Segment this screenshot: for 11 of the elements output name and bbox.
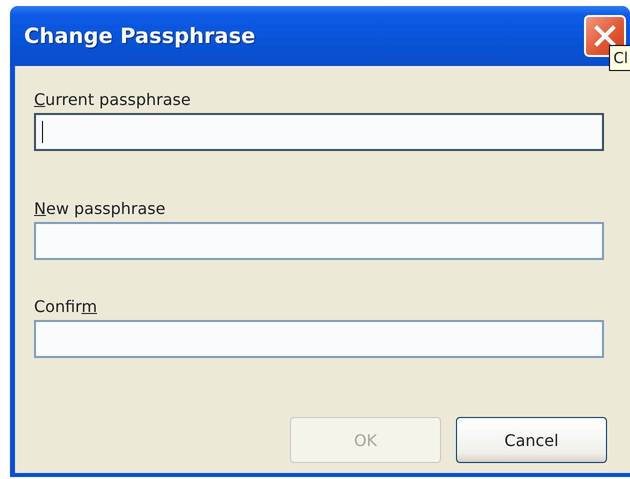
input-field[interactable] [34, 113, 604, 151]
text-cursor [42, 121, 43, 143]
field-label: New passphrase [34, 199, 166, 218]
input-field[interactable] [34, 320, 604, 358]
close-icon [593, 24, 617, 48]
field-label: Current passphrase [34, 90, 192, 109]
input-field[interactable] [34, 222, 604, 260]
cancel-button[interactable]: Cancel [456, 417, 607, 463]
tooltip: Cl [609, 45, 630, 71]
window-title: Change Passphrase [24, 24, 256, 48]
field-label: Confirm [34, 297, 98, 316]
